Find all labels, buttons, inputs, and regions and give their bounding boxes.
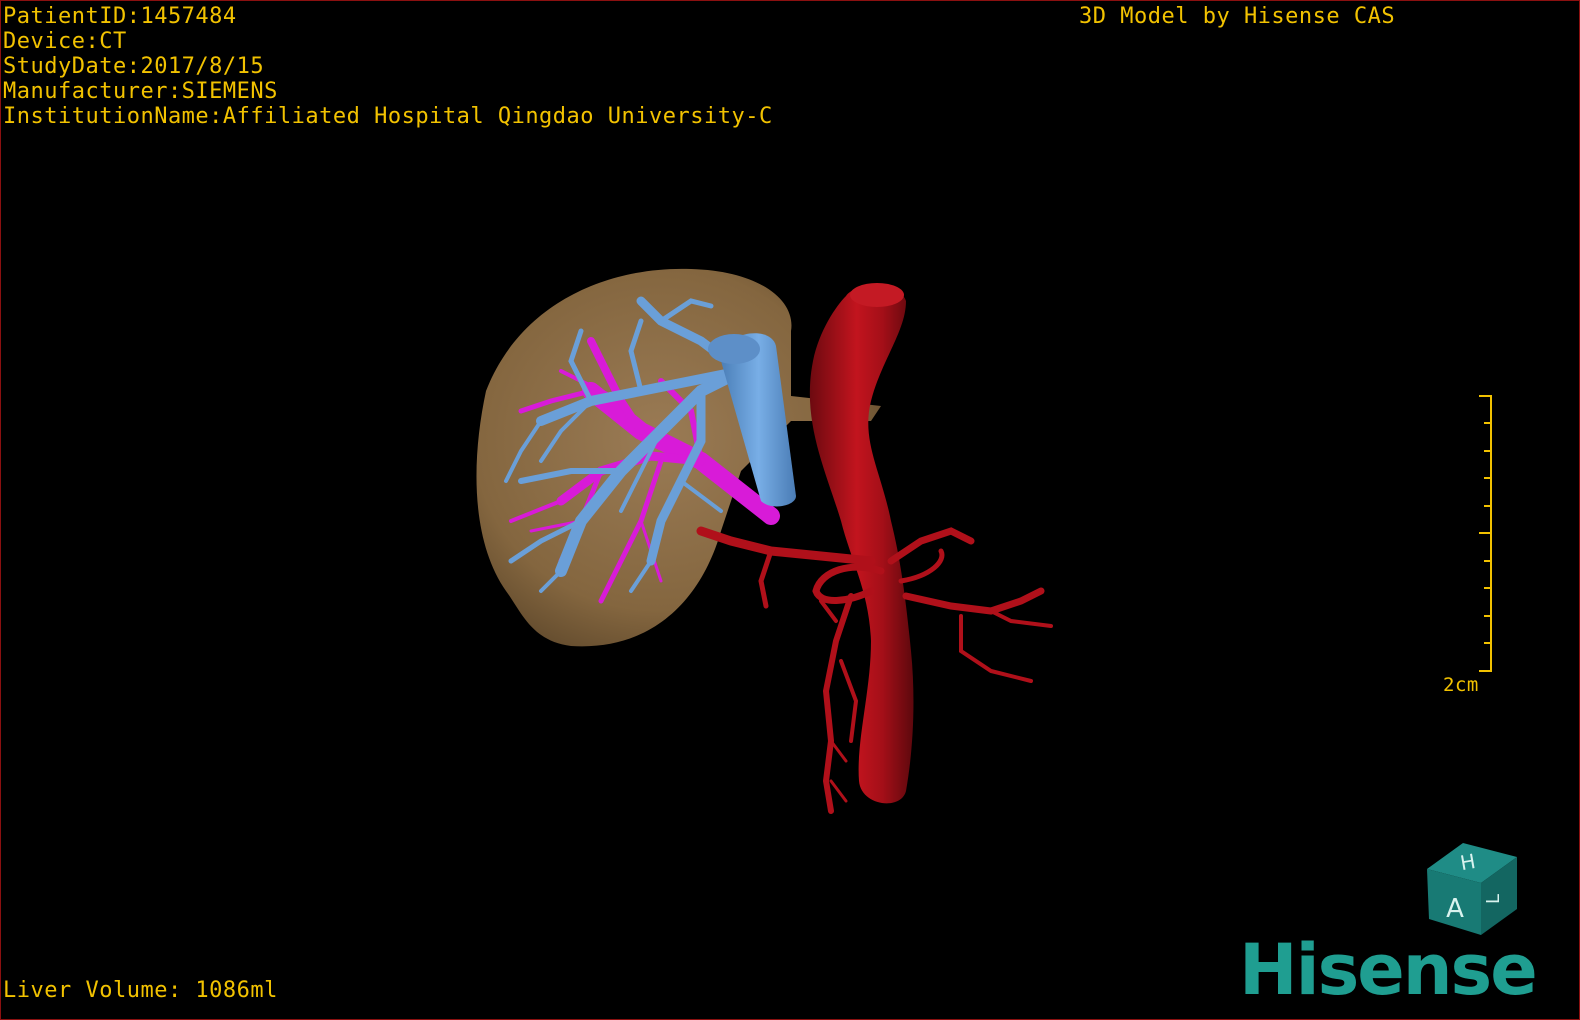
3d-viewport[interactable]: PatientID:1457484 Device:CT StudyDate:2017…	[0, 0, 1580, 1020]
ivc-top-opening	[708, 334, 760, 364]
cube-face-front-label: A	[1446, 894, 1464, 924]
hisense-logo: Hisense	[1239, 929, 1538, 1011]
patient-id-text: PatientID:1457484	[3, 4, 237, 29]
liver-volume-text: Liver Volume: 1086ml	[3, 978, 278, 1003]
cube-face-side-label: L	[1483, 894, 1504, 904]
3d-render[interactable]	[1, 1, 1579, 1019]
scale-label-text: 2cm	[1443, 674, 1479, 696]
scale-bar	[1479, 395, 1492, 672]
patient-info-block: PatientID:1457484 Device:CT StudyDate:2017…	[3, 4, 773, 129]
manufacturer-text: Manufacturer:SIEMENS	[3, 79, 278, 104]
device-text: Device:CT	[3, 29, 127, 54]
orientation-cube-icon[interactable]: H A L	[1419, 835, 1523, 939]
aorta-top-opening	[850, 283, 904, 307]
aorta-model	[809, 285, 914, 804]
institution-text: InstitutionName:Affiliated Hospital Qing…	[3, 104, 773, 129]
study-date-text: StudyDate:2017/8/15	[3, 54, 265, 79]
model-title-text: 3D Model by Hisense CAS	[1079, 4, 1396, 29]
